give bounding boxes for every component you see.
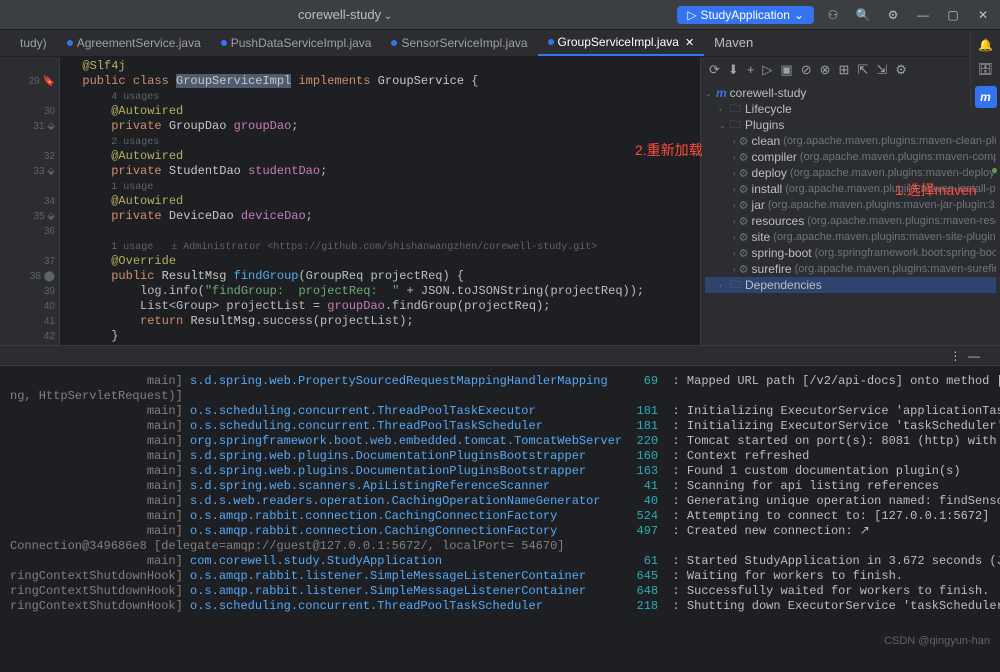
console-header: ⋮ ― [0, 345, 1000, 365]
plugin-item[interactable]: ›⚙resources (org.apache.maven.plugins:ma… [705, 213, 996, 229]
plugin-item[interactable]: ›⚙compiler (org.apache.maven.plugins:mav… [705, 149, 996, 165]
maven-panel: ⟳ ⬇ + ▷ ▣ ⊘ ⊗ ⊞ ⇱ ⇲ ⚙ ⌄m corewell-study … [700, 57, 1000, 345]
graph-icon[interactable]: ⊞ [839, 62, 850, 78]
download-icon[interactable]: ⬇ [728, 62, 739, 78]
collapse-icon[interactable]: ⇱ [857, 62, 868, 78]
minimize-icon[interactable]: ― [914, 6, 932, 24]
tab-active[interactable]: GroupServiceImpl.java✕ [538, 30, 705, 56]
close-icon[interactable]: ✕ [974, 6, 992, 24]
tab[interactable]: PushDataServiceImpl.java [211, 31, 382, 55]
restore-icon[interactable]: ▢ [944, 6, 962, 24]
java-icon [548, 39, 554, 45]
plugin-item[interactable]: ›⚙surefire (org.apache.maven.plugins:mav… [705, 261, 996, 277]
run-button[interactable]: StudyApplication ⌄ [677, 6, 814, 24]
plugin-item[interactable]: ›⚙clean (org.apache.maven.plugins:maven-… [705, 133, 996, 149]
database-icon[interactable]: 🗄 [978, 62, 993, 76]
maven-settings-icon[interactable]: ⚙ [895, 62, 907, 78]
run-icon[interactable]: ▷ [762, 62, 772, 78]
offline-icon[interactable]: ⊗ [820, 62, 831, 78]
project-dropdown[interactable]: corewell-study [298, 7, 392, 22]
gutter: 29 🔖 30 31 ⬙ 32 33 ⬙ 34 35 ⬙ 36 37 38 ⬤ … [0, 57, 60, 345]
close-tab-icon[interactable]: ✕ [685, 36, 694, 49]
notifications-icon[interactable]: 🔔 [978, 38, 993, 52]
editor-tabs: tudy) AgreementService.java PushDataServ… [0, 30, 1000, 57]
settings-icon[interactable]: ⚙ [884, 6, 902, 24]
tab[interactable]: tudy) [10, 31, 57, 55]
search-icon[interactable]: 🔍 [854, 6, 872, 24]
java-icon [67, 40, 73, 46]
reload-icon[interactable]: ⟳ [709, 62, 720, 78]
account-icon[interactable]: ⚇ [824, 6, 842, 24]
console[interactable]: main] s.d.spring.web.PropertySourcedRequ… [0, 365, 1000, 672]
java-icon [391, 40, 397, 46]
add-icon[interactable]: + [747, 62, 755, 78]
plugin-item[interactable]: ›⚙deploy (org.apache.maven.plugins:maven… [705, 165, 996, 181]
annotation-select: 1.选择maven [895, 180, 977, 200]
tab[interactable]: AgreementService.java [57, 31, 211, 55]
expand-icon[interactable]: ⇲ [876, 62, 887, 78]
title-bar: corewell-study StudyApplication ⌄ ⚇ 🔍 ⚙ … [0, 0, 1000, 30]
skip-icon[interactable]: ⊘ [801, 62, 812, 78]
maven-tool-icon[interactable]: m [975, 86, 997, 108]
target-icon[interactable]: ▣ [780, 62, 792, 78]
right-tool-rail: 🔔 🗄 m [970, 30, 1000, 108]
maven-toolbar: ⟳ ⬇ + ▷ ▣ ⊘ ⊗ ⊞ ⇱ ⇲ ⚙ [701, 57, 1000, 83]
annotation-reload: 2.重新加载 [635, 140, 703, 160]
editor[interactable]: @Slf4j public class GroupServiceImpl imp… [60, 57, 700, 345]
plugin-item[interactable]: ›⚙spring-boot (org.springframework.boot:… [705, 245, 996, 261]
status-dot [992, 168, 997, 173]
plugin-item[interactable]: ›⚙site (org.apache.maven.plugins:maven-s… [705, 229, 996, 245]
maven-panel-title: Maven [714, 35, 753, 51]
tab[interactable]: SensorServiceImpl.java [381, 31, 537, 55]
watermark: CSDN @qingyun-han [884, 635, 990, 647]
java-icon [221, 40, 227, 46]
